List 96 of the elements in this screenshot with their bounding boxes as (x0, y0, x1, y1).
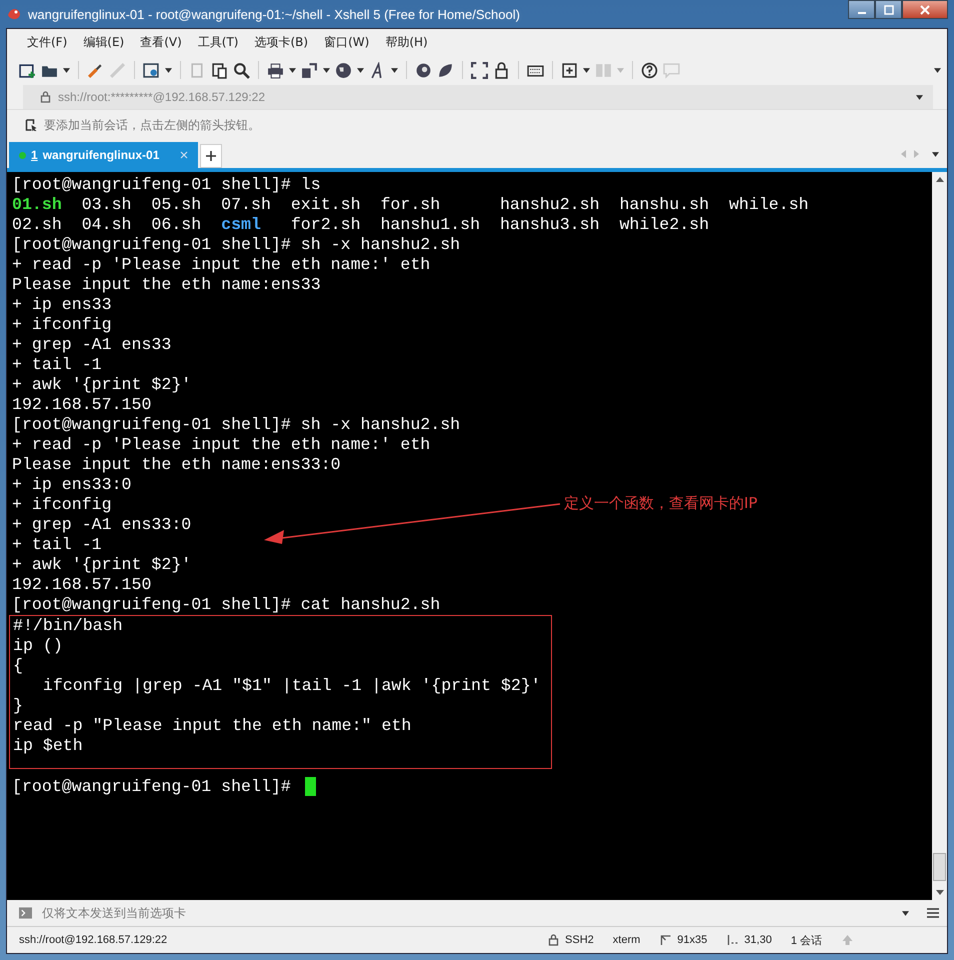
terminal-line: + awk '{print $2}' (12, 555, 192, 575)
close-icon[interactable] (180, 151, 188, 159)
terminal-line: + tail -1 (12, 535, 102, 555)
terminal-line: + read -p 'Please input the eth name:' eth (12, 255, 430, 275)
terminal-line: 192.168.57.150 (12, 575, 152, 595)
lock-icon[interactable] (493, 62, 510, 78)
terminal-line: [root@wangruifeng-01 shell]# sh -x hanshu2.sh (12, 235, 460, 255)
terminal-line: #!/bin/bash (13, 616, 123, 636)
lock-icon (547, 934, 560, 946)
status-cursor-position: 31,30 (744, 934, 772, 946)
info-text: 要添加当前会话，点击左侧的箭头按钮。 (44, 116, 260, 134)
terminal-line: + ip ens33:0 (12, 475, 132, 495)
minimize-button[interactable] (848, 0, 875, 19)
caret-icon (617, 68, 624, 72)
maximize-button[interactable] (875, 0, 902, 19)
help-icon[interactable] (641, 62, 658, 78)
status-protocol: SSH2 (565, 934, 594, 946)
terminal-line: { (13, 656, 23, 676)
menu-item[interactable]: 选项卡(B) (254, 34, 308, 50)
terminal-line: [root@wangruifeng-01 shell]# (12, 777, 292, 797)
status-size: 91x35 (677, 934, 708, 946)
tab-scroll-icon (900, 150, 920, 158)
minimize-icon (858, 12, 866, 14)
terminal-line: 01.sh 03.sh 05.sh 07.sh exit.sh for.sh hanshu2.sh hanshu.sh while.sh (12, 195, 809, 215)
caret-icon[interactable] (583, 68, 590, 72)
terminal-line: ip () (13, 636, 63, 656)
compose-input[interactable]: 仅将文本发送到当前选项卡 (40, 905, 894, 921)
caret-icon[interactable] (63, 68, 70, 72)
terminal-line: + grep -A1 ens33:0 (12, 515, 192, 535)
terminal-line: ip $eth (13, 736, 83, 756)
leaf-icon[interactable] (437, 62, 454, 78)
scroll-down-icon[interactable] (936, 890, 944, 895)
scrollbar-thumb[interactable] (933, 853, 946, 881)
status-terminal-type: xterm (612, 934, 640, 946)
caret-icon[interactable] (916, 94, 923, 100)
caret-icon[interactable] (391, 68, 398, 72)
status-sessions: 1 会话 (790, 934, 822, 948)
connection-status-dot (19, 152, 26, 158)
new-tab-button[interactable] (200, 144, 222, 168)
fullscreen-icon[interactable] (471, 62, 488, 78)
terminal-line: read -p "Please input the eth name:" eth (13, 716, 412, 736)
scrollbar[interactable] (932, 172, 947, 900)
add-page-icon[interactable] (561, 62, 578, 78)
app-logo-icon (6, 6, 22, 22)
layout-icon (595, 62, 612, 78)
terminal-line: Please input the eth name:ens33:0 (12, 455, 341, 475)
maximize-icon (884, 4, 894, 14)
window-title: wangruifenglinux-01 - root@wangruifeng-01:~/shell - Xshell 5 (Free for Home/School) (28, 6, 520, 22)
caret-icon[interactable] (165, 68, 172, 72)
terminal-line: + ifconfig (12, 315, 112, 335)
menu-item[interactable]: 文件(F) (27, 34, 68, 50)
terminal-line: Please input the eth name:ens33 (12, 275, 321, 295)
terminal-line: [root@wangruifeng-01 shell]# sh -x hanshu2.sh (12, 415, 460, 435)
menu-item[interactable]: 帮助(H) (385, 34, 428, 50)
terminal-line: } (13, 696, 23, 716)
terminal-line: + read -p 'Please input the eth name:' eth (12, 435, 430, 455)
caret-icon[interactable] (289, 68, 296, 72)
menu-item[interactable]: 编辑(E) (83, 34, 124, 50)
caret-icon[interactable] (323, 68, 330, 72)
resize-icon (659, 934, 672, 946)
new-session-icon[interactable] (19, 62, 36, 78)
caret-icon[interactable] (932, 152, 939, 156)
up-arrow-icon (841, 934, 854, 946)
cursor-position-icon (726, 934, 740, 946)
menu-item[interactable]: 窗口(W) (324, 34, 370, 50)
caret-icon[interactable] (902, 910, 909, 916)
chat-icon (663, 62, 680, 78)
terminal-line: 192.168.57.150 (12, 395, 152, 415)
status-connection: ssh://root@192.168.57.129:22 (19, 934, 168, 946)
menu-item[interactable]: 查看(V) (140, 34, 182, 50)
annotation-text: 定义一个函数，查看网卡的IP (564, 493, 758, 513)
menu-icon[interactable] (927, 908, 939, 918)
terminal-line: + ip ens33 (12, 295, 112, 315)
printer-icon[interactable] (267, 62, 284, 78)
plus-icon (206, 151, 216, 161)
address-text: ssh://root:*********@192.168.57.129:22 (58, 90, 265, 104)
terminal-line: [root@wangruifeng-01 shell]# ls (12, 175, 321, 195)
close-icon (920, 4, 930, 14)
terminal-line: + ifconfig (12, 495, 112, 515)
caret-icon[interactable] (357, 68, 364, 72)
lock-icon (39, 91, 52, 103)
paste-icon[interactable] (211, 62, 228, 78)
close-button[interactable] (902, 0, 948, 19)
scroll-up-icon[interactable] (936, 177, 944, 182)
terminal-line: [root@wangruifeng-01 shell]# cat hanshu2.sh (12, 595, 440, 615)
terminal-line: + tail -1 (12, 355, 102, 375)
terminal-line: ifconfig |grep -A1 "$1" |tail -1 |awk '{print $2}' (42, 676, 541, 696)
terminal-line: + grep -A1 ens33 (12, 335, 172, 355)
session-tab[interactable]: 1 wangruifenglinux-01 (9, 142, 198, 168)
terminal-line: + awk '{print $2}' (12, 375, 192, 395)
terminal-icon (19, 907, 32, 919)
search-icon[interactable] (233, 62, 250, 78)
terminal-line: 02.sh 04.sh 06.sh csml for2.sh hanshu1.sh hanshu3.sh while2.sh (12, 215, 710, 235)
caret-icon[interactable] (934, 68, 941, 72)
menu-item[interactable]: 工具(T) (198, 34, 238, 50)
arrow-page-icon[interactable] (25, 119, 38, 131)
